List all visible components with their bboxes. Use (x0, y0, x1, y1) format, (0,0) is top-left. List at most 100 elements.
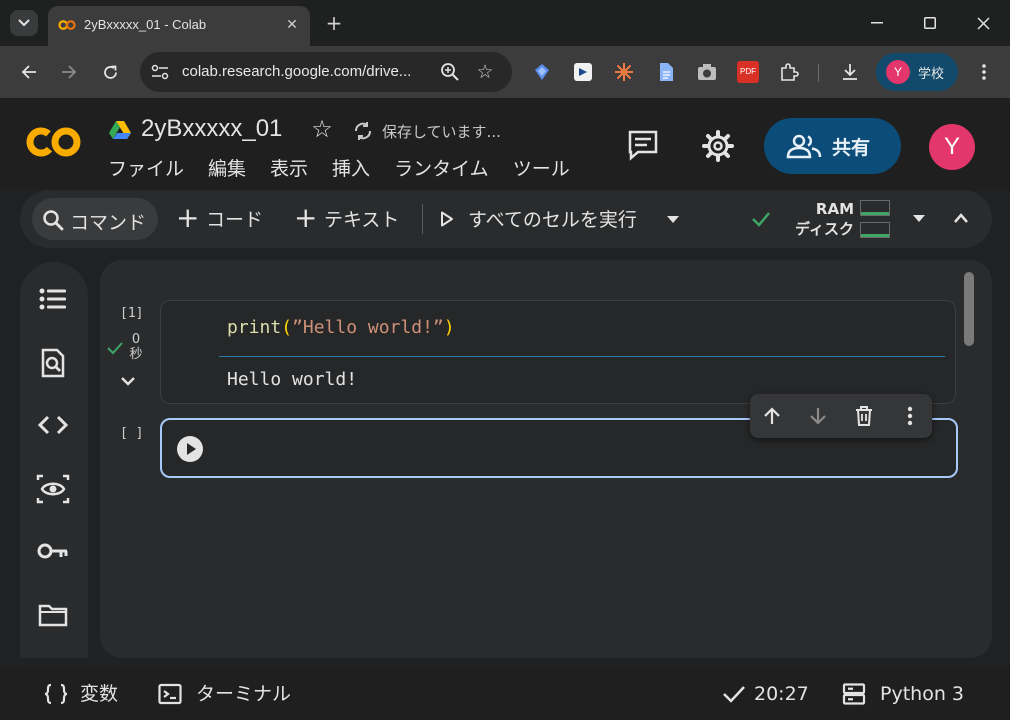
bookmark-star-icon[interactable]: ☆ (474, 61, 496, 83)
google-drive-icon[interactable] (108, 120, 132, 140)
notebook-title[interactable]: 2yBxxxxx_01 (141, 115, 282, 143)
cell-toolbar (750, 394, 932, 438)
delete-cell-button[interactable] (852, 404, 876, 428)
tab-close-icon[interactable]: ✕ (284, 17, 300, 33)
variables-button[interactable]: 変数 (80, 682, 118, 706)
menu-tools[interactable]: ツール (513, 156, 570, 182)
cell-exec-count-empty: [ ] (120, 426, 144, 441)
files-folder-icon[interactable] (36, 598, 70, 632)
zoom-icon[interactable] (440, 62, 460, 82)
back-button[interactable] (16, 59, 42, 85)
add-code-plus-icon[interactable]: + (176, 204, 199, 232)
tab-title: 2yBxxxxx_01 - Colab (84, 17, 207, 32)
scrollbar-thumb[interactable] (964, 272, 974, 346)
menu-view[interactable]: 表示 (270, 156, 308, 182)
user-avatar[interactable]: Y (929, 124, 975, 170)
share-button[interactable]: 共有 (764, 118, 901, 174)
cell-run-time-value: 0 (131, 332, 141, 347)
download-icon[interactable] (839, 61, 861, 83)
menu-file[interactable]: ファイル (108, 156, 184, 182)
disk-label: ディスク (795, 220, 854, 238)
add-text-button[interactable]: テキスト (324, 208, 399, 232)
extension-shield-icon[interactable] (531, 61, 553, 83)
code-snippets-icon[interactable] (36, 408, 70, 442)
run-all-button[interactable]: すべてのセルを実行 (468, 208, 637, 232)
maximize-button[interactable] (907, 8, 953, 38)
comment-icon[interactable] (626, 129, 660, 161)
cell-exec-count: [1] (120, 306, 144, 321)
save-status: 保存しています... (382, 123, 501, 141)
tab-search-button[interactable] (10, 10, 38, 36)
browser-tab-active[interactable]: 2yBxxxxx_01 - Colab ✕ (48, 6, 310, 46)
menu-runtime[interactable]: ランタイム (394, 156, 489, 182)
runtime-server-icon[interactable] (842, 683, 866, 705)
trash-icon (856, 406, 872, 426)
forward-button[interactable] (56, 59, 82, 85)
variable-inspector-eye-icon[interactable] (36, 472, 70, 506)
code-token-string: ”Hello world!” (292, 317, 444, 338)
add-code-button[interactable]: コード (206, 208, 263, 232)
settings-gear-icon[interactable] (700, 128, 736, 164)
saving-sync-icon (355, 122, 371, 140)
table-of-contents-icon[interactable] (36, 282, 70, 316)
chevron-up-icon[interactable] (953, 211, 969, 225)
menu-edit[interactable]: 編集 (208, 156, 246, 182)
colab-header: 2yBxxxxx_01 ☆ 保存しています... ファイル 編集 表示 挿入 ラ… (0, 98, 1010, 190)
more-cell-actions-button[interactable] (898, 404, 922, 428)
extension-pdf-icon[interactable]: PDF (737, 61, 759, 83)
ram-usage-bar[interactable] (860, 200, 890, 216)
collapse-output-chevron-icon[interactable] (120, 375, 136, 387)
star-notebook-icon[interactable]: ☆ (310, 117, 334, 141)
execution-done-check-icon (723, 686, 745, 703)
minimize-button[interactable] (854, 8, 900, 38)
url-text[interactable]: colab.research.google.com/drive... (182, 63, 411, 80)
code-editor-line[interactable]: print(”Hello world!”) (227, 317, 455, 338)
secrets-key-icon[interactable] (36, 534, 70, 568)
command-palette-button[interactable]: コマンド (32, 198, 158, 240)
extension-camera-icon[interactable] (696, 61, 718, 83)
reload-button[interactable] (97, 59, 123, 85)
minimize-icon (871, 22, 883, 24)
new-tab-button[interactable]: + (322, 12, 346, 36)
extensions-puzzle-icon[interactable] (778, 61, 800, 83)
terminal-button[interactable]: ターミナル (196, 682, 291, 706)
terminal-icon[interactable] (158, 683, 182, 705)
add-text-plus-icon[interactable]: + (294, 204, 317, 232)
address-bar[interactable]: colab.research.google.com/drive... ☆ (140, 52, 512, 92)
resources-caret-icon[interactable] (912, 214, 926, 224)
browser-profile-button[interactable]: Y 学校 (876, 53, 958, 91)
code-output-divider (219, 356, 945, 357)
more-vert-icon (907, 406, 913, 426)
extension-doc-icon[interactable] (655, 61, 677, 83)
colab-logo-icon[interactable] (24, 122, 84, 162)
search-icon (43, 210, 64, 231)
disk-usage-bar[interactable] (860, 222, 890, 238)
run-cell-play-icon[interactable] (176, 435, 204, 463)
extension-burst-icon[interactable] (613, 61, 635, 83)
profile-avatar: Y (886, 60, 910, 84)
code-token-function: print (227, 317, 282, 338)
last-execution-time[interactable]: 20:27 (754, 682, 809, 706)
toolbar-separator (422, 204, 423, 234)
move-cell-up-button[interactable] (760, 404, 784, 428)
play-icon[interactable] (440, 211, 454, 227)
code-cell-1[interactable]: print(”Hello world!”) Hello world! (160, 300, 956, 404)
variables-braces-icon[interactable] (44, 683, 68, 705)
runtime-type[interactable]: Python 3 (880, 682, 964, 706)
extension-translate-icon[interactable] (572, 61, 594, 83)
browser-menu-icon[interactable] (973, 61, 995, 83)
move-cell-down-button[interactable] (806, 404, 830, 428)
share-label: 共有 (832, 137, 871, 159)
browser-toolbar: colab.research.google.com/drive... ☆ PDF… (0, 46, 1010, 98)
resource-labels[interactable]: RAM ディスク (792, 199, 854, 239)
cell-success-check-icon (107, 342, 123, 355)
browser-tabstrip: 2yBxxxxx_01 - Colab ✕ + (0, 0, 1010, 46)
run-options-caret-icon[interactable] (666, 215, 680, 225)
arrow-down-icon (810, 408, 826, 425)
menu-bar: ファイル 編集 表示 挿入 ランタイム ツール (108, 156, 594, 182)
find-replace-icon[interactable] (36, 346, 70, 380)
menu-insert[interactable]: 挿入 (332, 156, 370, 182)
cell-run-time-unit: 秒 (129, 347, 143, 362)
site-info-icon[interactable] (150, 62, 170, 82)
close-window-button[interactable] (960, 8, 1006, 38)
